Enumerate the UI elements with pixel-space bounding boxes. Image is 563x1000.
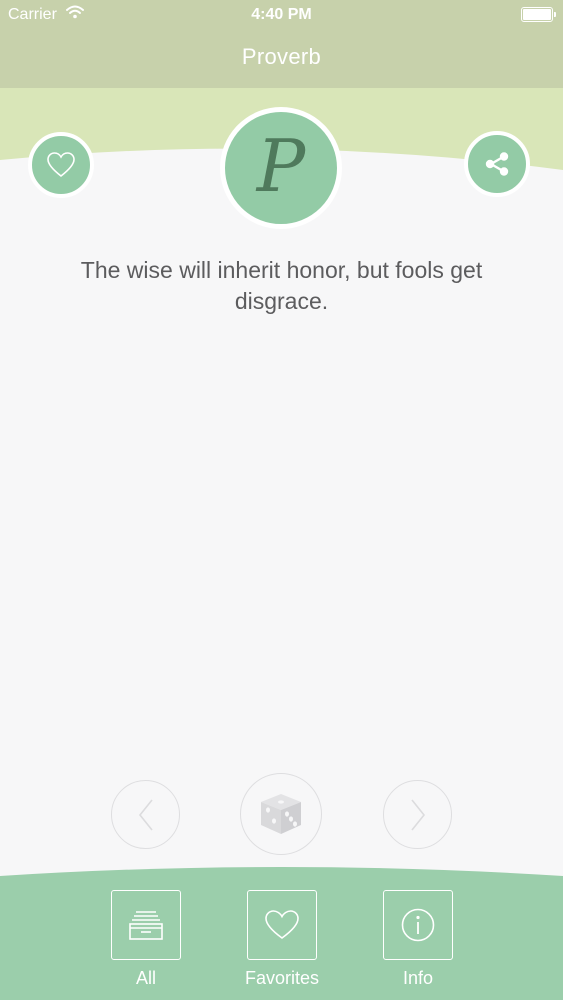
favorite-button[interactable] xyxy=(28,132,94,198)
chevron-left-icon xyxy=(138,799,153,830)
tab-all-label: All xyxy=(135,968,156,988)
share-icon xyxy=(485,152,509,176)
next-button[interactable] xyxy=(383,780,452,849)
tab-info-box xyxy=(383,890,453,960)
heart-icon xyxy=(265,910,299,939)
page-title: Proverb xyxy=(241,44,322,69)
battery-icon xyxy=(521,7,556,22)
previous-button[interactable] xyxy=(111,780,180,849)
chevron-right-icon xyxy=(410,799,425,830)
status-bar: Carrier 4:40 PM xyxy=(0,0,563,30)
logo-letter: P xyxy=(256,124,306,208)
clock: 4:40 PM xyxy=(251,6,312,23)
tab-favorites-label: Favorites xyxy=(244,968,320,988)
tab-all-box xyxy=(111,890,181,960)
random-proverb-button[interactable] xyxy=(240,773,322,855)
tab-info-label: Info xyxy=(402,968,434,988)
proverb-text: The wise will inherit honor, but fools g… xyxy=(80,257,483,314)
navigation-bar: Carrier 4:40 PM Proverb xyxy=(0,0,563,88)
app-logo: P xyxy=(220,107,342,229)
tab-all[interactable]: All xyxy=(111,890,181,989)
dice-icon xyxy=(261,794,301,834)
share-button[interactable] xyxy=(464,131,530,197)
info-icon xyxy=(401,908,435,942)
heart-icon xyxy=(47,152,75,178)
tab-bar: All Favorites Info xyxy=(0,862,563,1000)
tab-info[interactable]: Info xyxy=(383,890,453,989)
tab-favorites[interactable]: Favorites xyxy=(245,890,319,989)
tab-favorites-box xyxy=(247,890,317,960)
archive-tray-icon xyxy=(129,911,163,940)
